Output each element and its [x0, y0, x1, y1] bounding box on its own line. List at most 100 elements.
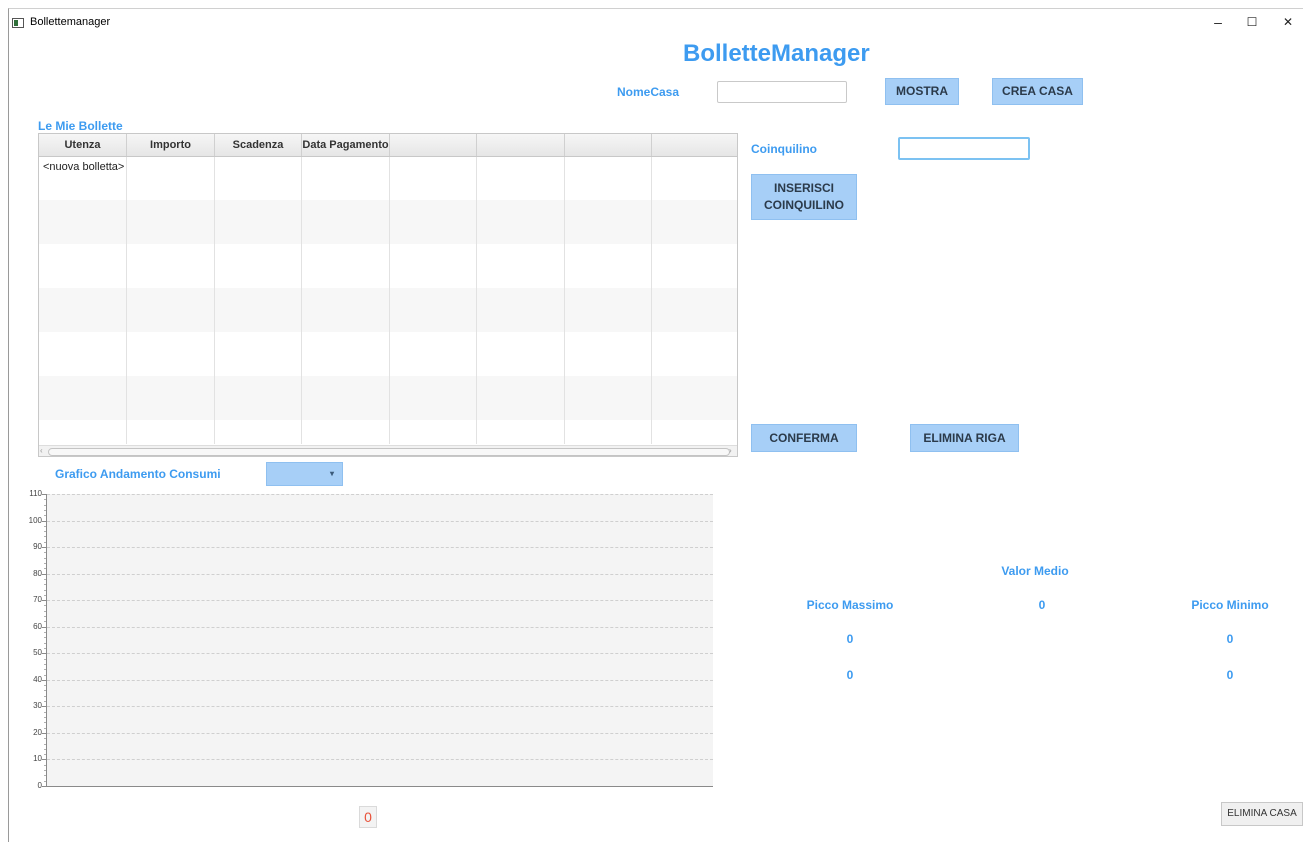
- y-minor-tick: [44, 605, 46, 607]
- grid-line: [47, 547, 713, 549]
- grid-line: [47, 732, 713, 734]
- y-tick-label: 10: [33, 754, 42, 764]
- minimize-button[interactable]: –: [1206, 12, 1230, 32]
- y-tick-label: 0: [37, 781, 42, 790]
- column-header-5[interactable]: [390, 134, 477, 156]
- y-tick-label: 80: [33, 568, 42, 578]
- column-header-7[interactable]: [565, 134, 652, 156]
- column-header-importo[interactable]: Importo: [127, 134, 215, 156]
- nomecasa-input[interactable]: [717, 81, 847, 103]
- grid-line: [47, 600, 713, 602]
- crea-casa-button[interactable]: CREA CASA: [992, 78, 1083, 105]
- y-tick-label: 110: [29, 489, 42, 498]
- column-header-data-pagamento[interactable]: Data Pagamento: [302, 134, 390, 156]
- picco-minimo-value: 0: [1226, 668, 1234, 682]
- grid-line: [47, 520, 713, 522]
- picco-massimo-value: 0: [846, 668, 854, 682]
- y-minor-tick: [44, 568, 46, 570]
- grid-line: [47, 759, 713, 761]
- chart-counter: 0: [359, 806, 377, 828]
- y-tick-label: 20: [33, 727, 42, 737]
- scrollbar-thumb[interactable]: [48, 448, 730, 456]
- y-minor-tick: [44, 504, 46, 506]
- column-divider: [126, 156, 127, 444]
- y-minor-tick: [44, 525, 46, 527]
- y-tick-label: 30: [33, 701, 42, 711]
- table-title: Le Mie Bollette: [38, 119, 123, 133]
- chevron-down-icon: ▾: [329, 469, 334, 478]
- y-minor-tick: [44, 515, 46, 517]
- bollette-table[interactable]: <nuova bolletta> Utenza Importo Scadenza…: [38, 133, 738, 457]
- horizontal-scrollbar[interactable]: ‹ ›: [39, 445, 737, 456]
- table-header: Utenza Importo Scadenza Data Pagamento: [39, 134, 737, 157]
- elimina-casa-button[interactable]: ELIMINA CASA: [1221, 802, 1303, 826]
- y-minor-tick: [44, 594, 46, 596]
- y-tick-mark: [42, 786, 46, 787]
- y-minor-tick: [44, 610, 46, 612]
- mostra-button[interactable]: MOSTRA: [885, 78, 959, 105]
- y-minor-tick: [44, 685, 46, 687]
- y-minor-tick: [44, 748, 46, 750]
- y-minor-tick: [44, 589, 46, 591]
- close-button[interactable]: ✕: [1276, 12, 1300, 32]
- column-divider: [476, 156, 477, 444]
- y-minor-tick: [44, 584, 46, 586]
- grid-line: [47, 706, 713, 708]
- y-tick-mark: [42, 547, 46, 549]
- y-tick-mark: [42, 706, 46, 708]
- grid-line: [47, 626, 713, 628]
- valor-medio-label: Valor Medio: [1001, 564, 1069, 578]
- y-minor-tick: [44, 658, 46, 660]
- y-tick-label: 90: [33, 542, 42, 552]
- title-bar: [9, 9, 1303, 39]
- scroll-right-icon[interactable]: ›: [729, 446, 732, 455]
- inserisci-coinquilino-button[interactable]: INSERISCI COINQUILINO: [751, 174, 857, 220]
- column-header-6[interactable]: [477, 134, 565, 156]
- y-minor-tick: [44, 690, 46, 692]
- y-minor-tick: [44, 637, 46, 639]
- y-minor-tick: [44, 621, 46, 623]
- y-minor-tick: [44, 775, 46, 777]
- y-minor-tick: [44, 578, 46, 580]
- grafico-title: Grafico Andamento Consumi: [55, 467, 221, 481]
- y-tick-mark: [42, 600, 46, 602]
- y-minor-tick: [44, 669, 46, 671]
- grafico-combobox[interactable]: ▾: [266, 462, 343, 486]
- table-cell[interactable]: <nuova bolletta>: [43, 161, 124, 173]
- maximize-button[interactable]: ☐: [1240, 12, 1264, 32]
- y-minor-tick: [44, 552, 46, 554]
- coinquilino-input[interactable]: [898, 137, 1030, 160]
- y-minor-tick: [44, 674, 46, 676]
- y-minor-tick: [44, 764, 46, 766]
- y-minor-tick: [44, 701, 46, 703]
- grid-line: [47, 679, 713, 681]
- scroll-left-icon[interactable]: ‹: [40, 446, 43, 455]
- column-header-scadenza[interactable]: Scadenza: [215, 134, 302, 156]
- y-minor-tick: [44, 499, 46, 501]
- y-tick-mark: [42, 573, 46, 575]
- column-divider: [564, 156, 565, 444]
- column-header-8[interactable]: [652, 134, 737, 156]
- y-tick-mark: [42, 653, 46, 655]
- coinquilino-label: Coinquilino: [751, 142, 817, 156]
- column-divider: [214, 156, 215, 444]
- y-minor-tick: [44, 541, 46, 543]
- y-minor-tick: [44, 663, 46, 665]
- y-minor-tick: [44, 695, 46, 697]
- conferma-button[interactable]: CONFERMA: [751, 424, 857, 452]
- y-tick-mark: [42, 626, 46, 628]
- column-header-utenza[interactable]: Utenza: [39, 134, 127, 156]
- chart-plot-area: [47, 494, 713, 786]
- y-minor-tick: [44, 716, 46, 718]
- y-minor-tick: [44, 509, 46, 511]
- y-minor-tick: [44, 770, 46, 772]
- column-divider: [389, 156, 390, 444]
- grid-line: [47, 573, 713, 575]
- y-tick-label: 40: [33, 674, 42, 684]
- y-minor-tick: [44, 780, 46, 782]
- elimina-riga-button[interactable]: ELIMINA RIGA: [910, 424, 1019, 452]
- y-minor-tick: [44, 632, 46, 634]
- y-minor-tick: [44, 738, 46, 740]
- y-minor-tick: [44, 531, 46, 533]
- y-minor-tick: [44, 563, 46, 565]
